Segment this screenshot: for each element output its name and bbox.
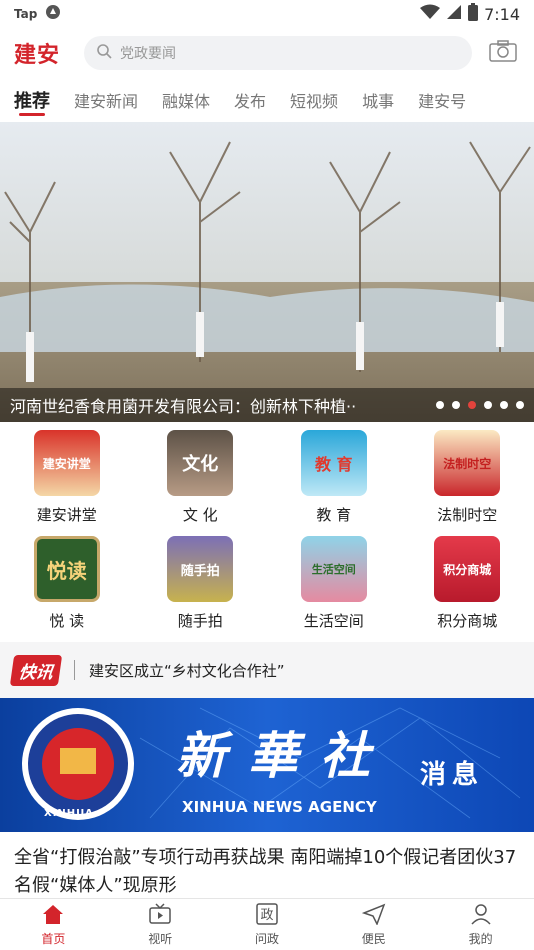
hero-caption: 河南世纪香食用菌开发有限公司：创新林下种植·· (10, 397, 357, 416)
culture-tile-icon: 文化 (167, 430, 234, 496)
category-tabs: 推荐 建安新闻 融媒体 发布 短视频 城事 建安号 (0, 78, 534, 122)
hero-image (0, 122, 534, 422)
carousel-dot[interactable] (500, 401, 508, 409)
sync-icon (45, 4, 61, 24)
send-icon (361, 903, 386, 928)
tab-services[interactable]: 便民 (320, 899, 427, 950)
tab-city[interactable]: 城事 (362, 78, 394, 122)
home-icon (41, 903, 65, 928)
carousel-dot[interactable] (516, 401, 524, 409)
battery-icon (468, 3, 479, 25)
tab-jianan-account[interactable]: 建安号 (418, 78, 466, 122)
app-logo[interactable]: 建安 (14, 37, 70, 69)
clock: 7:14 (484, 4, 520, 24)
carousel-dot[interactable] (436, 401, 444, 409)
carousel-dot[interactable] (484, 401, 492, 409)
svg-text:政: 政 (260, 908, 273, 923)
grid-item-points-mall[interactable]: 积分商城 积分商城 (401, 536, 534, 642)
grid-item-culture[interactable]: 文化 文 化 (134, 430, 268, 536)
tab-politics[interactable]: 政 问政 (214, 899, 321, 950)
snapshot-tile-icon: 随手拍 (167, 536, 234, 602)
law-tile-icon: 法制时空 (434, 430, 501, 496)
search-bar[interactable]: 党政要闻 (84, 36, 472, 70)
tab-release[interactable]: 发布 (234, 78, 266, 122)
flash-text: 建安区成立“乡村文化合作社” (89, 661, 285, 680)
news-flash[interactable]: 快讯 建安区成立“乡村文化合作社” (0, 642, 534, 698)
hero-caption-bar: 河南世纪香食用菌开发有限公司：创新林下种植·· (0, 388, 534, 422)
flash-badge: 快讯 (9, 654, 63, 686)
banner-title: 新華社 (176, 726, 392, 785)
carousel-dot-active[interactable] (468, 401, 476, 409)
tab-recommend[interactable]: 推荐 (14, 78, 50, 122)
banner-english: XINHUA NEWS AGENCY (182, 798, 377, 816)
feature-grid: 建安讲堂 建安讲堂 文化 文 化 教 育 教 育 法制时空 法制时空 悦读 悦 … (0, 422, 534, 642)
grid-item-reading[interactable]: 悦读 悦 读 (0, 536, 134, 642)
search-placeholder: 党政要闻 (120, 46, 176, 62)
life-space-tile-icon: 生活空间 (300, 536, 367, 602)
points-mall-tile-icon: 积分商城 (434, 536, 501, 602)
bottom-tab-bar: 首页 视听 政 问政 便民 我的 (0, 898, 534, 950)
banner-subtitle: 消息 (420, 760, 485, 790)
tab-video[interactable]: 视听 (107, 899, 214, 950)
xinhua-emblem-label: XINHUA (44, 808, 94, 819)
search-icon (96, 43, 112, 63)
carrier-label: Tap (14, 7, 38, 21)
signal-icon (446, 4, 462, 24)
camera-button[interactable] (486, 36, 520, 70)
news-banner[interactable]: XINHUA 新華社 消息 XINHUA NEWS AGENCY (0, 698, 534, 832)
tab-media[interactable]: 融媒体 (162, 78, 210, 122)
tab-profile[interactable]: 我的 (427, 899, 534, 950)
tab-home[interactable]: 首页 (0, 899, 107, 950)
status-bar: Tap 7:14 (0, 0, 534, 28)
lecture-tile-icon: 建安讲堂 (33, 430, 100, 496)
carousel-indicator (436, 401, 524, 409)
tab-jianan-news[interactable]: 建安新闻 (74, 78, 138, 122)
grid-item-life-space[interactable]: 生活空间 生活空间 (267, 536, 401, 642)
tab-short-video[interactable]: 短视频 (290, 78, 338, 122)
grid-item-education[interactable]: 教 育 教 育 (267, 430, 401, 536)
app-header: 建安 党政要闻 (0, 28, 534, 78)
politics-icon: 政 (255, 902, 279, 928)
wifi-icon (420, 4, 441, 24)
user-icon (469, 903, 493, 928)
education-tile-icon: 教 育 (300, 430, 367, 496)
grid-item-lecture[interactable]: 建安讲堂 建安讲堂 (0, 430, 134, 536)
carousel-dot[interactable] (452, 401, 460, 409)
camera-icon (489, 40, 517, 66)
tv-play-icon (148, 902, 172, 928)
divider (74, 660, 75, 680)
hero-carousel[interactable]: 河南世纪香食用菌开发有限公司：创新林下种植·· (0, 122, 534, 422)
grid-item-law[interactable]: 法制时空 法制时空 (401, 430, 534, 536)
grid-item-snapshot[interactable]: 随手拍 随手拍 (134, 536, 268, 642)
reading-tile-icon: 悦读 (33, 536, 100, 602)
